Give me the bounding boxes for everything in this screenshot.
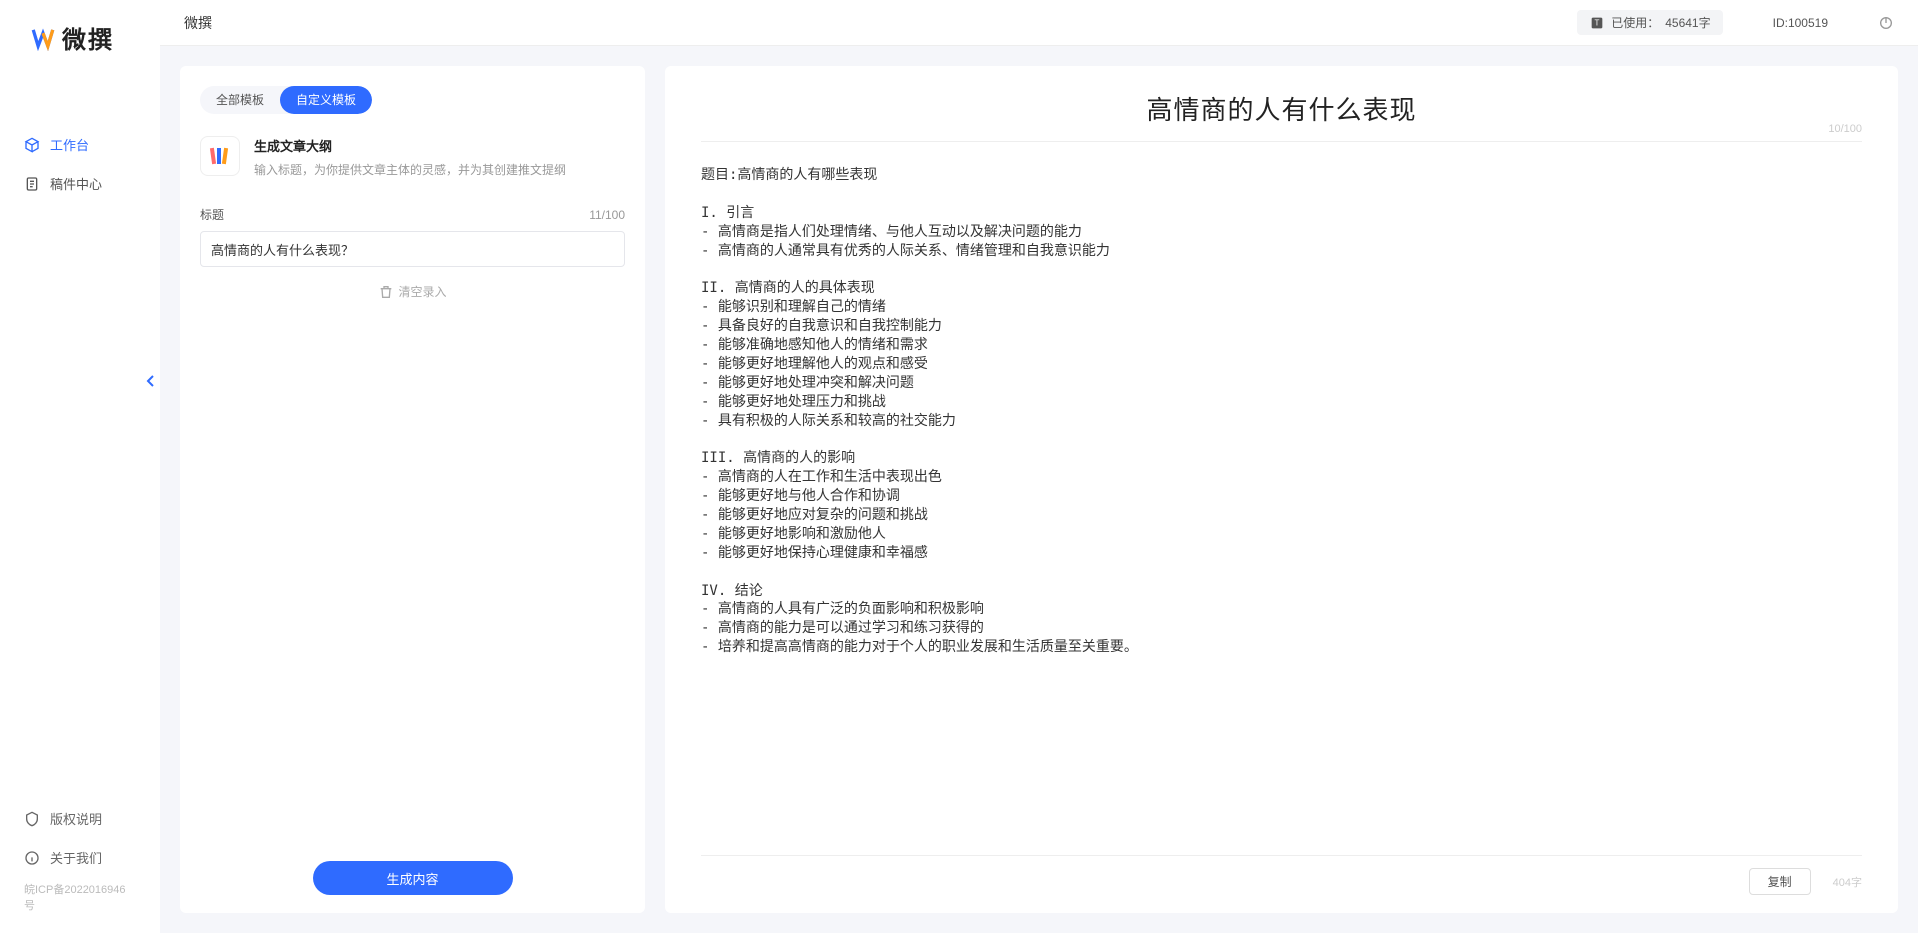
- template-tabs: 全部模板 自定义模板: [200, 86, 372, 114]
- info-icon: [24, 850, 40, 866]
- sidebar-item-label: 稿件中心: [50, 174, 102, 193]
- input-panel: 全部模板 自定义模板 生成文章大纲 输入标题，为你提供文章主体的灵感，并为其创建…: [180, 66, 645, 913]
- output-title: 高情商的人有什么表现: [701, 90, 1862, 127]
- cube-icon: [24, 137, 40, 153]
- field-label: 标题: [200, 206, 224, 223]
- document-icon: [24, 176, 40, 192]
- sidebar: 微撰 工作台 稿件中心 版权说明 关于我们 皖ICP备2022016946号: [0, 0, 160, 933]
- title-input[interactable]: [200, 231, 625, 267]
- content: 全部模板 自定义模板 生成文章大纲 输入标题，为你提供文章主体的灵感，并为其创建…: [160, 46, 1918, 933]
- output-footer: 复制 404字: [701, 855, 1862, 895]
- user-id: ID:100519: [1773, 16, 1828, 30]
- char-count: 11/100: [589, 208, 625, 222]
- template-title: 生成文章大纲: [254, 136, 566, 155]
- sidebar-item-about[interactable]: 关于我们: [0, 838, 160, 877]
- sidebar-item-drafts[interactable]: 稿件中心: [0, 164, 160, 203]
- logo-text: 微撰: [62, 20, 114, 55]
- word-count: 404字: [1833, 874, 1862, 890]
- generate-button[interactable]: 生成内容: [313, 861, 513, 895]
- output-title-count: 10/100: [1828, 123, 1862, 135]
- sidebar-nav: 工作台 稿件中心: [0, 85, 160, 799]
- power-icon[interactable]: [1878, 15, 1894, 31]
- sidebar-item-label: 关于我们: [50, 848, 102, 867]
- shield-icon: [24, 811, 40, 827]
- sidebar-collapse-handle[interactable]: [143, 370, 157, 392]
- clear-button[interactable]: 清空录入: [200, 283, 625, 300]
- usage-label: 已使用：: [1611, 14, 1659, 31]
- copy-button[interactable]: 复制: [1749, 868, 1811, 895]
- usage-pill: T 已使用： 45641字: [1577, 10, 1722, 35]
- text-icon: T: [1589, 15, 1605, 31]
- main: 微撰 T 已使用： 45641字 ID:100519 全部模板 自定义模板: [160, 0, 1918, 933]
- sidebar-item-label: 工作台: [50, 135, 89, 154]
- logo: 微撰: [0, 20, 160, 85]
- tab-custom-templates[interactable]: 自定义模板: [280, 86, 372, 114]
- sidebar-item-label: 版权说明: [50, 809, 102, 828]
- icp-text: 皖ICP备2022016946号: [0, 877, 160, 923]
- svg-text:T: T: [1595, 18, 1600, 27]
- output-titlebar: 高情商的人有什么表现 10/100: [701, 90, 1862, 142]
- sidebar-item-workspace[interactable]: 工作台: [0, 125, 160, 164]
- topbar: 微撰 T 已使用： 45641字 ID:100519: [160, 0, 1918, 46]
- title-field: 标题 11/100: [200, 206, 625, 267]
- page-title: 微撰: [184, 13, 212, 33]
- template-desc: 输入标题，为你提供文章主体的灵感，并为其创建推文提纲: [254, 161, 566, 178]
- tab-all-templates[interactable]: 全部模板: [200, 86, 280, 114]
- app-root: 微撰 工作台 稿件中心 版权说明 关于我们 皖ICP备2022016946号: [0, 0, 1918, 933]
- logo-icon: [30, 25, 56, 51]
- template-card[interactable]: 生成文章大纲 输入标题，为你提供文章主体的灵感，并为其创建推文提纲: [200, 136, 625, 178]
- sidebar-item-copyright[interactable]: 版权说明: [0, 799, 160, 838]
- books-icon: [200, 136, 240, 176]
- output-body: 题目:高情商的人有哪些表现 I. 引言 - 高情商是指人们处理情绪、与他人互动以…: [701, 166, 1862, 855]
- sidebar-footer: 版权说明 关于我们 皖ICP备2022016946号: [0, 799, 160, 933]
- usage-value: 45641字: [1665, 14, 1710, 31]
- output-panel: 高情商的人有什么表现 10/100 题目:高情商的人有哪些表现 I. 引言 - …: [665, 66, 1898, 913]
- trash-icon: [378, 284, 394, 300]
